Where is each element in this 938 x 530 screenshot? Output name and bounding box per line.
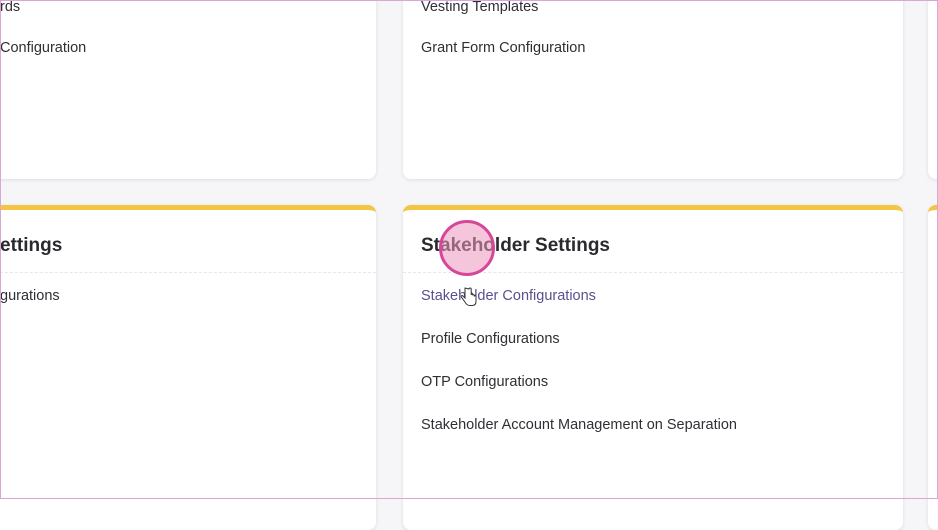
profile-configurations-link[interactable]: Profile Configurations [421, 331, 560, 347]
hand-pointer-icon [460, 287, 477, 306]
vesting-templates-link[interactable]: Vesting Templates [421, 0, 538, 15]
top-left-link-configuration[interactable]: Configuration [0, 40, 86, 56]
card-top-left: rds Configuration [0, 0, 376, 179]
top-left-link-awards[interactable]: rds [0, 0, 20, 15]
click-indicator [439, 220, 495, 276]
bottom-left-card-title: ettings [0, 235, 63, 256]
bottom-left-divider [0, 272, 376, 273]
bottom-left-link-configurations[interactable]: gurations [0, 288, 60, 304]
stakeholder-account-management-link[interactable]: Stakeholder Account Management on Separa… [421, 417, 737, 433]
card-bottom-far-right [928, 205, 938, 530]
otp-configurations-link[interactable]: OTP Configurations [421, 374, 548, 390]
card-top-right: Vesting Templates Grant Form Configurati… [403, 0, 903, 179]
stakeholder-configurations-link[interactable]: Stakeholder Configurations [421, 288, 596, 304]
grant-form-configuration-link[interactable]: Grant Form Configuration [421, 40, 585, 56]
card-top-far-right [928, 0, 938, 179]
card-bottom-left: ettings gurations [0, 205, 376, 530]
